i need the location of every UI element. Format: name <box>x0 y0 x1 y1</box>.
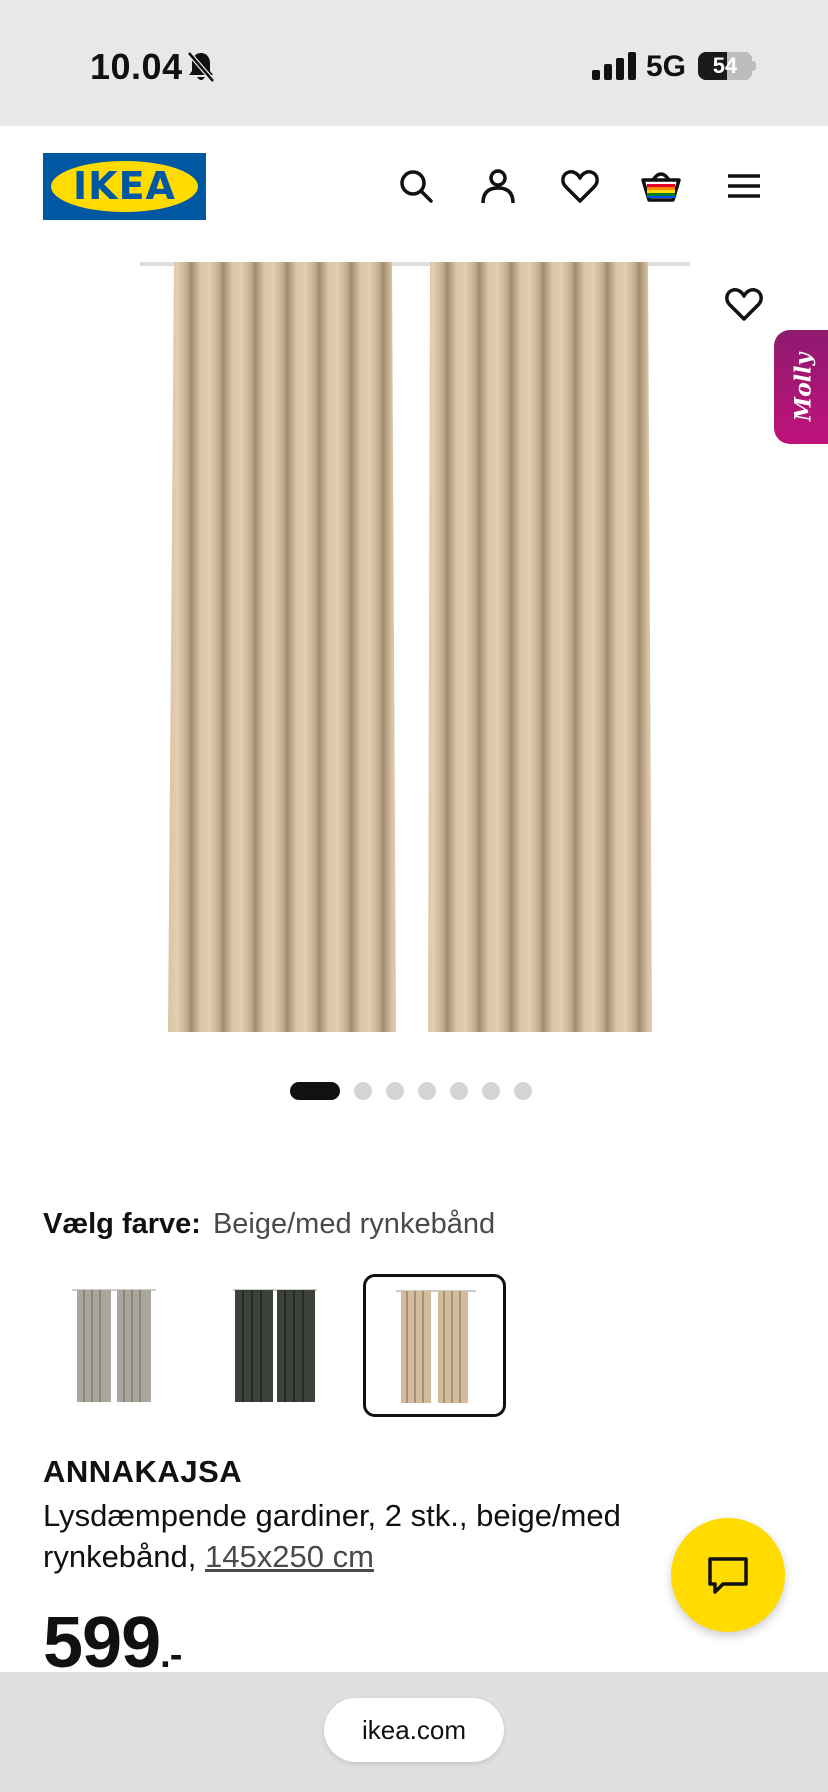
chat-button[interactable] <box>671 1518 785 1632</box>
signal-bars-icon <box>592 52 636 80</box>
swatch-image-dark-green <box>233 1289 317 1402</box>
price-value: 599 <box>43 1603 161 1683</box>
color-swatch-dark-green[interactable] <box>203 1274 346 1417</box>
heart-icon[interactable] <box>560 166 600 206</box>
pagination-dot-4[interactable] <box>418 1082 436 1100</box>
chat-bubble-icon <box>708 1557 748 1594</box>
search-icon[interactable] <box>396 166 436 206</box>
favorite-heart-icon[interactable] <box>724 286 764 322</box>
pagination-dot-7[interactable] <box>514 1082 532 1100</box>
molly-label: Molly <box>790 352 816 422</box>
browser-bar: ikea.com <box>0 1672 828 1792</box>
shopping-bag-icon[interactable] <box>641 166 681 206</box>
pagination-dot-1[interactable] <box>290 1082 340 1100</box>
pagination-dot-2[interactable] <box>354 1082 372 1100</box>
account-icon[interactable] <box>478 166 518 206</box>
menu-icon[interactable] <box>724 166 764 206</box>
color-label: Vælg farve: <box>43 1208 201 1240</box>
pagination-dot-3[interactable] <box>386 1082 404 1100</box>
price-suffix: .- <box>160 1634 182 1676</box>
logo-text: IKEA <box>73 164 176 208</box>
molly-assistant-tab[interactable]: Molly <box>774 330 828 444</box>
battery-percent: 54 <box>712 53 738 78</box>
color-value: Beige/med rynkebånd <box>212 1208 496 1240</box>
color-selector-label: Vælg farve: Beige/med rynkebånd <box>43 1208 495 1241</box>
color-swatch-grey[interactable] <box>42 1274 185 1417</box>
bell-muted-icon <box>187 51 215 83</box>
product-image[interactable] <box>0 246 828 1046</box>
swatch-image-grey <box>72 1289 156 1402</box>
pagination-dot-6[interactable] <box>482 1082 500 1100</box>
curtains-image <box>140 262 690 1032</box>
color-swatch-beige[interactable] <box>363 1274 506 1417</box>
swatch-image-beige <box>396 1290 476 1403</box>
product-size-link[interactable]: 145x250 cm <box>205 1539 374 1574</box>
image-pagination <box>290 1082 532 1100</box>
battery-tip <box>752 61 756 71</box>
url-bar[interactable]: ikea.com <box>324 1698 504 1762</box>
product-name: ANNAKAJSA <box>43 1454 243 1489</box>
product-description: Lysdæmpende gardiner, 2 stk., beige/med … <box>43 1495 703 1577</box>
site-header: IKEA <box>0 126 828 246</box>
status-bar: 10.04 5G 54 <box>0 0 828 126</box>
battery-icon: 54 <box>698 52 752 80</box>
pagination-dot-5[interactable] <box>450 1082 468 1100</box>
network-label: 5G <box>646 50 687 83</box>
status-time: 10.04 <box>90 46 183 87</box>
ikea-logo[interactable]: IKEA <box>43 153 206 220</box>
